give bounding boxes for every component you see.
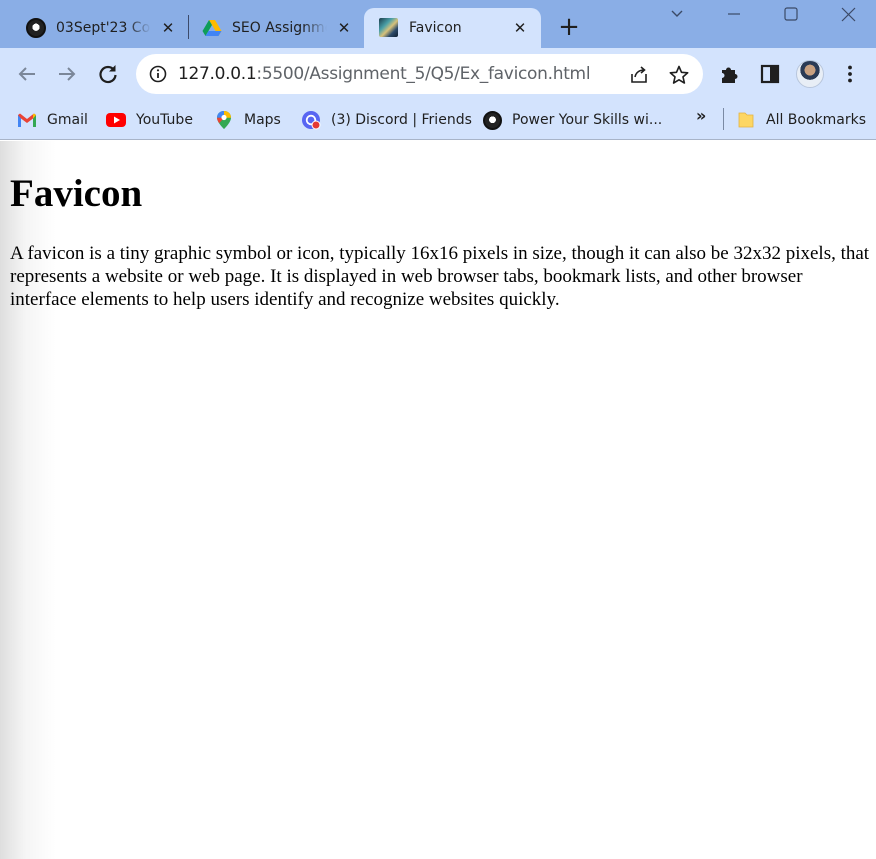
tab-close-button[interactable]: ✕ [334,18,354,38]
bookmark-youtube[interactable]: YouTube [106,108,193,132]
bookmark-discord[interactable]: (3) Discord | Friends [301,108,472,132]
wordpress-icon [482,110,502,130]
all-bookmarks-button[interactable]: All Bookmarks [736,108,866,132]
youtube-icon [106,113,126,127]
nebula-image-icon [379,18,398,37]
wordpress-icon [26,18,46,38]
tab-search-chevron-icon[interactable] [658,2,698,26]
bookmark-label: Power Your Skills wi... [512,112,663,128]
bookmark-gmail[interactable]: Gmail [17,108,88,132]
url-text[interactable]: 127.0.0.1:5500/Assignment_5/Q5/Ex_favico… [178,64,591,84]
address-bar[interactable]: 127.0.0.1:5500/Assignment_5/Q5/Ex_favico… [136,54,703,94]
bookmark-label: Gmail [47,112,88,128]
bookmark-label: All Bookmarks [766,112,867,128]
tab-title-fade [127,8,151,48]
forward-arrow-icon[interactable] [53,60,81,88]
url-path: :5500/Assignment_5/Q5/Ex_favicon.html [256,64,591,84]
tab-seo-assignment[interactable]: SEO Assignme ✕ [190,8,362,48]
tab-03sept-core[interactable]: 03Sept'23 Core ✕ [14,8,186,48]
google-drive-icon [202,20,222,36]
bookmark-label: YouTube [136,112,193,128]
page-title: Favicon [10,172,143,215]
share-icon[interactable] [628,64,650,86]
window-close-icon[interactable] [828,2,868,26]
folder-icon [738,112,754,128]
page-paragraph: A favicon is a tiny graphic symbol or ic… [10,243,870,310]
bookmark-maps[interactable]: Maps [214,108,281,132]
url-host: 127.0.0.1 [178,64,257,84]
back-arrow-icon[interactable] [13,60,41,88]
discord-icon [302,111,321,130]
new-tab-button[interactable]: + [556,12,582,42]
more-menu-icon[interactable] [836,60,864,88]
bookmarks-separator [723,108,724,130]
gmail-icon [18,113,36,127]
extensions-puzzle-icon[interactable] [716,60,744,88]
tab-title: Favicon [409,20,462,36]
bookmarks-bar: Gmail YouTube Maps (3) Discord | Friends [0,100,876,140]
tab-separator [188,15,189,39]
minimize-icon[interactable] [714,2,754,26]
bookmark-power-your-skills[interactable]: Power Your Skills wi... [482,108,662,132]
tab-strip: 03Sept'23 Core ✕ SEO Assignme ✕ Favicon … [0,0,876,48]
bookmark-label: Maps [244,112,281,128]
reload-icon[interactable] [94,60,122,88]
tab-favicon-active[interactable]: Favicon ✕ [364,8,541,48]
bookmark-star-icon[interactable] [668,64,690,86]
maximize-icon[interactable] [771,2,811,26]
browser-toolbar: 127.0.0.1:5500/Assignment_5/Q5/Ex_favico… [0,48,876,100]
site-info-icon[interactable] [148,64,168,84]
bookmark-label: (3) Discord | Friends [331,112,472,128]
side-panel-icon[interactable] [756,60,784,88]
tab-close-button[interactable]: ✕ [510,18,530,38]
bookmarks-overflow-button[interactable]: » [696,106,706,125]
tab-close-button[interactable]: ✕ [158,18,178,38]
page-content: Favicon A favicon is a tiny graphic symb… [0,141,876,859]
tab-title-fade [303,8,327,48]
maps-pin-icon [217,111,231,129]
profile-avatar[interactable] [796,60,824,88]
